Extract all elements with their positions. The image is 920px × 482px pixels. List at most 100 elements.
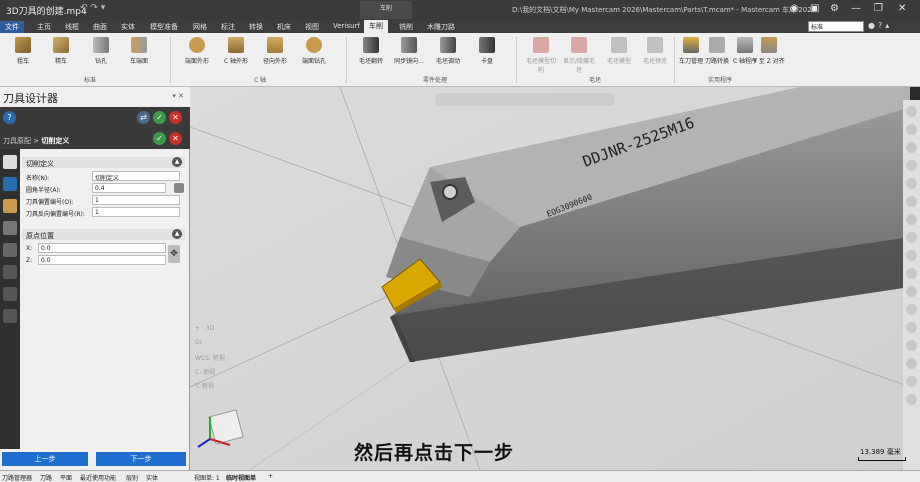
tab-toolpath-manager[interactable]: 刀路管理器	[2, 473, 32, 482]
breadcrumb-parent[interactable]: 刀具原配 >	[3, 137, 39, 145]
rough-turn-button[interactable]: 粗车	[6, 37, 40, 65]
tab-view[interactable]: 视图	[300, 21, 324, 33]
measure-icon[interactable]	[906, 250, 917, 261]
radial-contour-button[interactable]: 径向外形	[258, 37, 292, 65]
show-hide-stock-button[interactable]: 显示/隐藏毛坯	[562, 37, 596, 74]
cancel-icon[interactable]: ✕	[169, 132, 182, 145]
tab-transform[interactable]: 转换	[244, 21, 268, 33]
clip-icon[interactable]	[906, 376, 917, 387]
offset-number-input[interactable]: 1	[92, 195, 180, 205]
grid-icon[interactable]	[906, 304, 917, 315]
tab-solid[interactable]: 实体	[116, 21, 140, 33]
camera-icon[interactable]: ◉	[790, 3, 799, 14]
help-icons[interactable]: ●?▴	[868, 21, 892, 30]
tab-model-prep[interactable]: 模型准备	[145, 21, 183, 33]
y-to-z-align-button[interactable]: Y 至 Z 对齐	[752, 37, 786, 65]
close-icon[interactable]: ✕	[898, 3, 906, 14]
stock-preview-button[interactable]: 毛坯预览	[638, 37, 672, 65]
calculator-icon[interactable]	[174, 183, 184, 193]
face-icon	[131, 37, 147, 53]
c-axis-contour-button[interactable]: C 轴外形	[219, 37, 253, 65]
section-origin[interactable]: 原点位置 ▲	[22, 229, 185, 240]
list-icon[interactable]	[3, 309, 17, 323]
tab-wireframe[interactable]: 线框	[60, 21, 84, 33]
chevron-up-icon[interactable]: ▲	[172, 229, 182, 239]
view-icon[interactable]	[906, 178, 917, 189]
ok-icon[interactable]: ✓	[153, 132, 166, 145]
chevron-up-icon[interactable]: ▲	[172, 157, 182, 167]
face-button[interactable]: 车端面	[122, 37, 156, 65]
name-input[interactable]: 切削定义	[92, 171, 180, 182]
rotate-icon[interactable]	[906, 142, 917, 153]
more-icon[interactable]	[906, 394, 917, 405]
view-select[interactable]: 标准	[808, 21, 864, 32]
field-z: Z: 0.0	[26, 255, 186, 265]
tab-wood-carving[interactable]: 木雕刀路	[422, 21, 460, 33]
insert-icon[interactable]	[3, 155, 17, 169]
param-icon[interactable]	[3, 243, 17, 257]
next-button[interactable]: 下一步	[96, 452, 186, 466]
light-icon[interactable]	[906, 358, 917, 369]
tab-verisurf[interactable]: Verisurf	[328, 21, 365, 31]
prev-button[interactable]: 上一步	[2, 452, 88, 466]
stock-transfer-button[interactable]: 毛坯调动	[431, 37, 465, 65]
chuck-button[interactable]: 卡盘	[470, 37, 504, 65]
add-viewsheet-icon[interactable]: +	[268, 473, 273, 480]
snap-icon[interactable]	[906, 322, 917, 333]
tab-dimension[interactable]: 标注	[216, 21, 240, 33]
tab-surface[interactable]: 曲面	[88, 21, 112, 33]
tab-levels[interactable]: 层别	[126, 473, 138, 482]
wire-icon[interactable]	[906, 214, 917, 225]
apply-icon[interactable]: ⇄	[137, 111, 150, 124]
tab-toolpaths[interactable]: 刀路	[40, 473, 52, 482]
align-icon[interactable]	[3, 287, 17, 301]
pan-icon[interactable]	[906, 124, 917, 135]
tab-turning[interactable]: 车削	[364, 20, 388, 33]
section-icon[interactable]	[906, 232, 917, 243]
plane-icon[interactable]	[906, 286, 917, 297]
reverse-offset-number-input[interactable]: 1	[92, 207, 180, 217]
gear-icon[interactable]	[3, 221, 17, 235]
stock-flip-button[interactable]: 毛坯翻转	[354, 37, 388, 65]
picture-icon[interactable]: ▣	[810, 3, 819, 14]
cancel-icon[interactable]: ✕	[169, 111, 182, 124]
pin-icon[interactable]: ▾ ✕	[172, 92, 184, 100]
tab-home[interactable]: 主页	[32, 21, 56, 33]
minimize-icon[interactable]: —	[851, 3, 861, 14]
holder-icon[interactable]	[3, 199, 17, 213]
tab-file[interactable]: 文件	[0, 21, 24, 33]
sync-mirror-button[interactable]: 同步镜向...	[392, 37, 426, 65]
tab-viewsheet-1[interactable]: 视图单: 1	[194, 473, 220, 482]
tab-recent-functions[interactable]: 最近使用功能	[80, 473, 116, 482]
tab-solids[interactable]: 实体	[146, 473, 158, 482]
drill-button[interactable]: 钻孔	[84, 37, 118, 65]
section-cut-definition[interactable]: 切削定义 ▲	[22, 157, 185, 168]
shade-icon[interactable]	[906, 196, 917, 207]
restore-icon[interactable]: ❐	[874, 3, 883, 14]
layer-icon[interactable]	[906, 268, 917, 279]
stock-model-cut-button[interactable]: 毛坯模型切削	[524, 37, 558, 74]
quick-access-toolbar[interactable]: ↶ ↷ ▾	[80, 3, 105, 13]
fit-icon[interactable]	[906, 160, 917, 171]
tab-mesh[interactable]: 网格	[188, 21, 212, 33]
help-icon[interactable]: ?	[3, 111, 16, 124]
tab-temp-viewsheet[interactable]: 临时视图单	[226, 473, 256, 482]
tab-machine[interactable]: 机床	[272, 21, 296, 33]
crosshair-icon[interactable]: ✥	[168, 245, 180, 263]
face-drill-button[interactable]: 端面钻孔	[297, 37, 331, 65]
tab-milling[interactable]: 铣削	[394, 21, 418, 33]
tab-planes[interactable]: 平面	[60, 473, 72, 482]
color-icon[interactable]	[906, 340, 917, 351]
z-input[interactable]: 0.0	[38, 255, 166, 265]
x-input[interactable]: 0.0	[38, 243, 166, 253]
corner-radius-input[interactable]: 0.4	[92, 183, 166, 193]
zoom-icon[interactable]	[906, 106, 917, 117]
stock-model-button[interactable]: 毛坯模型	[602, 37, 636, 65]
ok-icon[interactable]: ✓	[153, 111, 166, 124]
finish-turn-button[interactable]: 精车	[44, 37, 78, 65]
face-contour-button[interactable]: 端面外形	[180, 37, 214, 65]
tool-icon[interactable]	[3, 265, 17, 279]
graphics-viewport[interactable]: DDJNR-2525M16 EOG3090600	[190, 87, 910, 470]
cut-definition-icon[interactable]	[3, 177, 17, 191]
settings-icon[interactable]: ⚙	[830, 3, 839, 14]
